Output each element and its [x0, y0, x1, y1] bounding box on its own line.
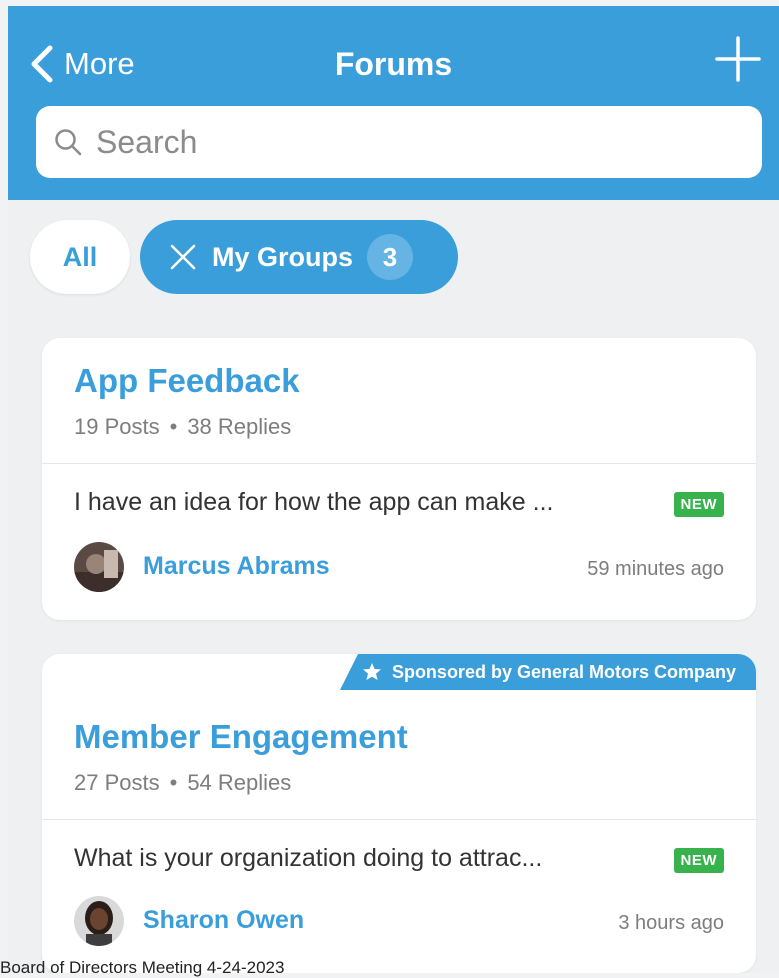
star-icon [362, 663, 381, 680]
avatar[interactable] [74, 542, 124, 592]
forum-stats: 27 Posts • 54 Replies [74, 770, 291, 796]
divider [42, 819, 756, 820]
filter-all-pill[interactable]: All [30, 220, 130, 294]
replies-count: 38 Replies [187, 414, 292, 439]
filter-my-groups-pill[interactable]: My Groups 3 [140, 220, 458, 294]
avatar[interactable] [74, 896, 124, 946]
filter-count-badge: 3 [367, 234, 414, 280]
sponsor-banner-edge [339, 654, 358, 690]
latest-post-preview[interactable]: What is your organization doing to attra… [74, 844, 542, 873]
sponsor-label: Sponsored by General Motors Company [391, 661, 736, 682]
posts-count: 27 Posts [74, 770, 160, 795]
avatar-photo [74, 542, 124, 592]
forum-title[interactable]: App Feedback [74, 362, 300, 400]
footer-caption: Board of Directors Meeting 4-24-2023 [0, 958, 285, 977]
author-name[interactable]: Sharon Owen [143, 906, 304, 935]
author-name[interactable]: Marcus Abrams [143, 552, 330, 581]
forum-card[interactable]: Sponsored by General Motors Company Memb… [42, 654, 756, 973]
page-title: Forums [334, 46, 453, 82]
avatar-photo [74, 896, 124, 946]
replies-count: 54 Replies [187, 770, 292, 795]
new-badge: NEW [673, 492, 724, 517]
posts-count: 19 Posts [74, 414, 160, 439]
filter-my-groups-label: My Groups [212, 241, 354, 272]
search-icon [55, 129, 82, 156]
search-bar[interactable] [36, 106, 762, 178]
separator-dot: • [169, 414, 178, 439]
forums-screen: More Forums All My Groups 3 App Feedback… [8, 6, 779, 973]
latest-post-preview[interactable]: I have an idea for how the app can make … [74, 488, 553, 517]
forum-stats: 19 Posts • 38 Replies [74, 414, 291, 440]
forum-card[interactable]: App Feedback 19 Posts • 38 Replies I have … [42, 338, 756, 620]
forum-title[interactable]: Member Engagement [74, 718, 408, 756]
new-badge: NEW [673, 848, 724, 873]
sponsor-banner: Sponsored by General Motors Company [339, 654, 756, 690]
filter-all-label: All [62, 241, 98, 272]
close-icon[interactable] [170, 244, 196, 270]
separator-dot: • [169, 770, 178, 795]
post-time: 3 hours ago [618, 912, 724, 934]
sponsor-banner-body: Sponsored by General Motors Company [357, 654, 756, 690]
plus-icon[interactable] [715, 36, 761, 82]
header-bar: More Forums [8, 6, 779, 200]
divider [42, 463, 756, 464]
post-time: 59 minutes ago [587, 558, 724, 580]
search-input[interactable] [94, 122, 738, 162]
